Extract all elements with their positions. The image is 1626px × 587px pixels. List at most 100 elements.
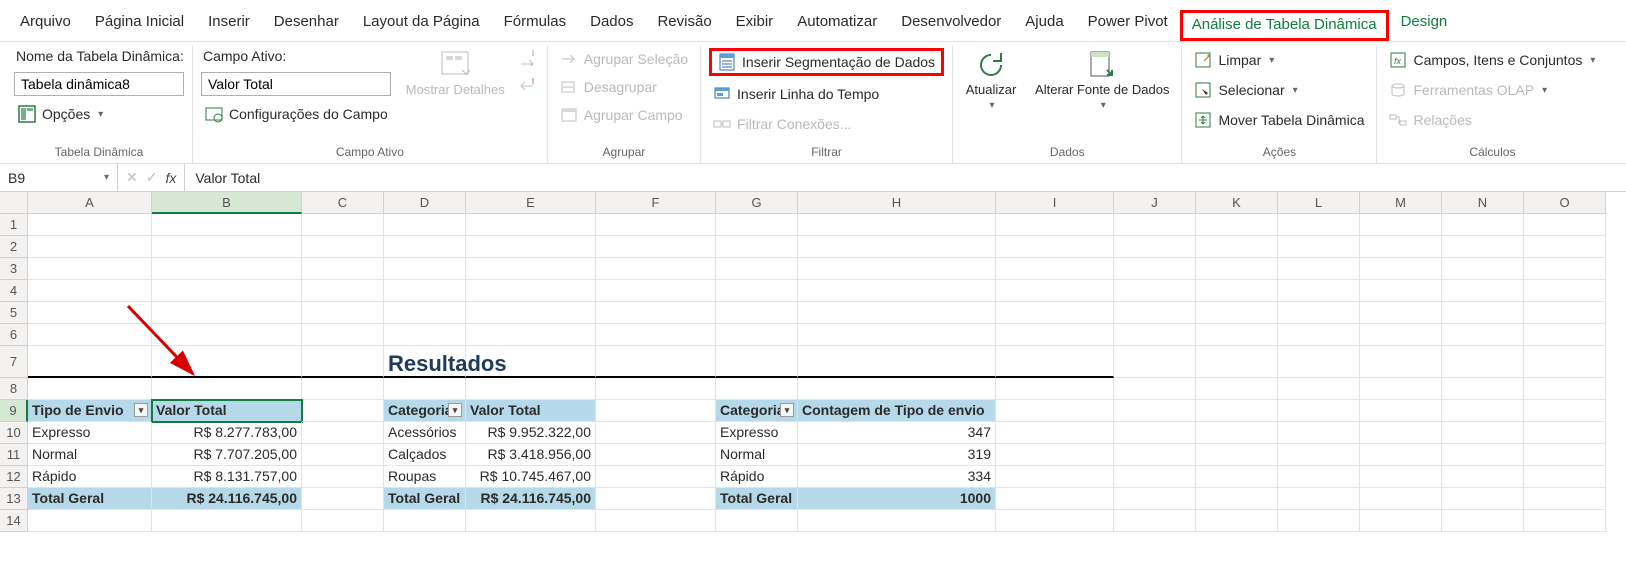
- cell[interactable]: [1114, 236, 1196, 258]
- cell[interactable]: [1442, 302, 1524, 324]
- ribbon-tab[interactable]: Automatizar: [785, 7, 889, 41]
- cell[interactable]: [152, 258, 302, 280]
- cell[interactable]: [1114, 488, 1196, 510]
- cell[interactable]: Total Geral: [716, 488, 798, 510]
- chevron-down-icon[interactable]: ▾: [104, 172, 109, 183]
- cell[interactable]: [996, 400, 1114, 422]
- cell[interactable]: R$ 9.952.322,00: [466, 422, 596, 444]
- column-header[interactable]: D: [384, 192, 466, 214]
- cell[interactable]: [798, 236, 996, 258]
- cell[interactable]: [302, 214, 384, 236]
- cell[interactable]: [1442, 324, 1524, 346]
- cell[interactable]: [596, 510, 716, 532]
- cell[interactable]: Total Geral: [28, 488, 152, 510]
- cell[interactable]: [1196, 378, 1278, 400]
- ribbon-tab[interactable]: Layout da Página: [351, 7, 492, 41]
- cell[interactable]: [996, 378, 1114, 400]
- row-header[interactable]: 10: [0, 422, 28, 444]
- cell[interactable]: [996, 488, 1114, 510]
- cell[interactable]: R$ 10.745.467,00: [466, 466, 596, 488]
- cell[interactable]: [466, 378, 596, 400]
- cell[interactable]: 334: [798, 466, 996, 488]
- column-header[interactable]: A: [28, 192, 152, 214]
- cell[interactable]: [1278, 280, 1360, 302]
- cell[interactable]: [1278, 346, 1360, 378]
- cell[interactable]: [1442, 488, 1524, 510]
- cell[interactable]: [596, 466, 716, 488]
- cell[interactable]: [1524, 214, 1606, 236]
- cell[interactable]: [1360, 214, 1442, 236]
- cell[interactable]: [1524, 324, 1606, 346]
- cell[interactable]: [1196, 324, 1278, 346]
- cell[interactable]: Tipo de Envio▾: [28, 400, 152, 422]
- ribbon-tab[interactable]: Ajuda: [1013, 7, 1075, 41]
- row-header[interactable]: 13: [0, 488, 28, 510]
- cell[interactable]: [1278, 400, 1360, 422]
- cell[interactable]: [798, 510, 996, 532]
- cell[interactable]: [596, 258, 716, 280]
- cell[interactable]: Categoria▾: [384, 400, 466, 422]
- row-header[interactable]: 7: [0, 346, 28, 378]
- cell[interactable]: [1196, 346, 1278, 378]
- cell[interactable]: R$ 8.277.783,00: [152, 422, 302, 444]
- cell[interactable]: [1360, 466, 1442, 488]
- cell[interactable]: [716, 346, 798, 378]
- cell[interactable]: [1360, 444, 1442, 466]
- filter-dropdown-icon[interactable]: ▾: [780, 403, 794, 417]
- insert-timeline-button[interactable]: Inserir Linha do Tempo: [709, 82, 944, 106]
- cell[interactable]: [1442, 400, 1524, 422]
- cell[interactable]: [28, 302, 152, 324]
- cell[interactable]: [1278, 378, 1360, 400]
- cell[interactable]: [1114, 258, 1196, 280]
- cell[interactable]: [596, 400, 716, 422]
- cell[interactable]: [384, 236, 466, 258]
- row-header[interactable]: 9: [0, 400, 28, 422]
- cell[interactable]: [384, 258, 466, 280]
- cell[interactable]: [302, 466, 384, 488]
- cell[interactable]: Rápido: [716, 466, 798, 488]
- cell[interactable]: R$ 8.131.757,00: [152, 466, 302, 488]
- cell[interactable]: [596, 422, 716, 444]
- cell[interactable]: [1524, 258, 1606, 280]
- cell[interactable]: [1442, 258, 1524, 280]
- worksheet-grid[interactable]: ABCDEFGHIJKLMNO 1234567Resultados89Tipo …: [0, 192, 1626, 532]
- cell[interactable]: [1278, 236, 1360, 258]
- cell[interactable]: [798, 280, 996, 302]
- active-field-input[interactable]: [201, 72, 391, 96]
- cell[interactable]: [28, 510, 152, 532]
- cell[interactable]: [596, 378, 716, 400]
- cell[interactable]: [1196, 488, 1278, 510]
- ribbon-tab[interactable]: Arquivo: [8, 7, 83, 41]
- move-pivot-button[interactable]: Mover Tabela Dinâmica: [1190, 108, 1368, 132]
- row-header[interactable]: 6: [0, 324, 28, 346]
- ribbon-tab[interactable]: Exibir: [724, 7, 786, 41]
- cell[interactable]: [302, 302, 384, 324]
- column-header[interactable]: J: [1114, 192, 1196, 214]
- cell[interactable]: [716, 302, 798, 324]
- cell[interactable]: [1196, 214, 1278, 236]
- cell[interactable]: [1442, 214, 1524, 236]
- cell[interactable]: [996, 444, 1114, 466]
- cell[interactable]: [1524, 400, 1606, 422]
- cell[interactable]: [1360, 346, 1442, 378]
- cell[interactable]: [302, 444, 384, 466]
- clear-button[interactable]: Limpar▾: [1190, 48, 1368, 72]
- cell[interactable]: [596, 214, 716, 236]
- cell[interactable]: [28, 280, 152, 302]
- column-header[interactable]: G: [716, 192, 798, 214]
- cell[interactable]: [1278, 324, 1360, 346]
- cell[interactable]: [1196, 422, 1278, 444]
- cell[interactable]: [996, 214, 1114, 236]
- cell[interactable]: [466, 236, 596, 258]
- cell[interactable]: [1524, 302, 1606, 324]
- cell[interactable]: [596, 488, 716, 510]
- cell[interactable]: [1278, 444, 1360, 466]
- cell[interactable]: [152, 378, 302, 400]
- column-header[interactable]: I: [996, 192, 1114, 214]
- cell[interactable]: Categoria▾: [716, 400, 798, 422]
- row-header[interactable]: 11: [0, 444, 28, 466]
- cell[interactable]: [716, 378, 798, 400]
- cell[interactable]: [1114, 400, 1196, 422]
- cell[interactable]: [28, 378, 152, 400]
- cell[interactable]: [28, 214, 152, 236]
